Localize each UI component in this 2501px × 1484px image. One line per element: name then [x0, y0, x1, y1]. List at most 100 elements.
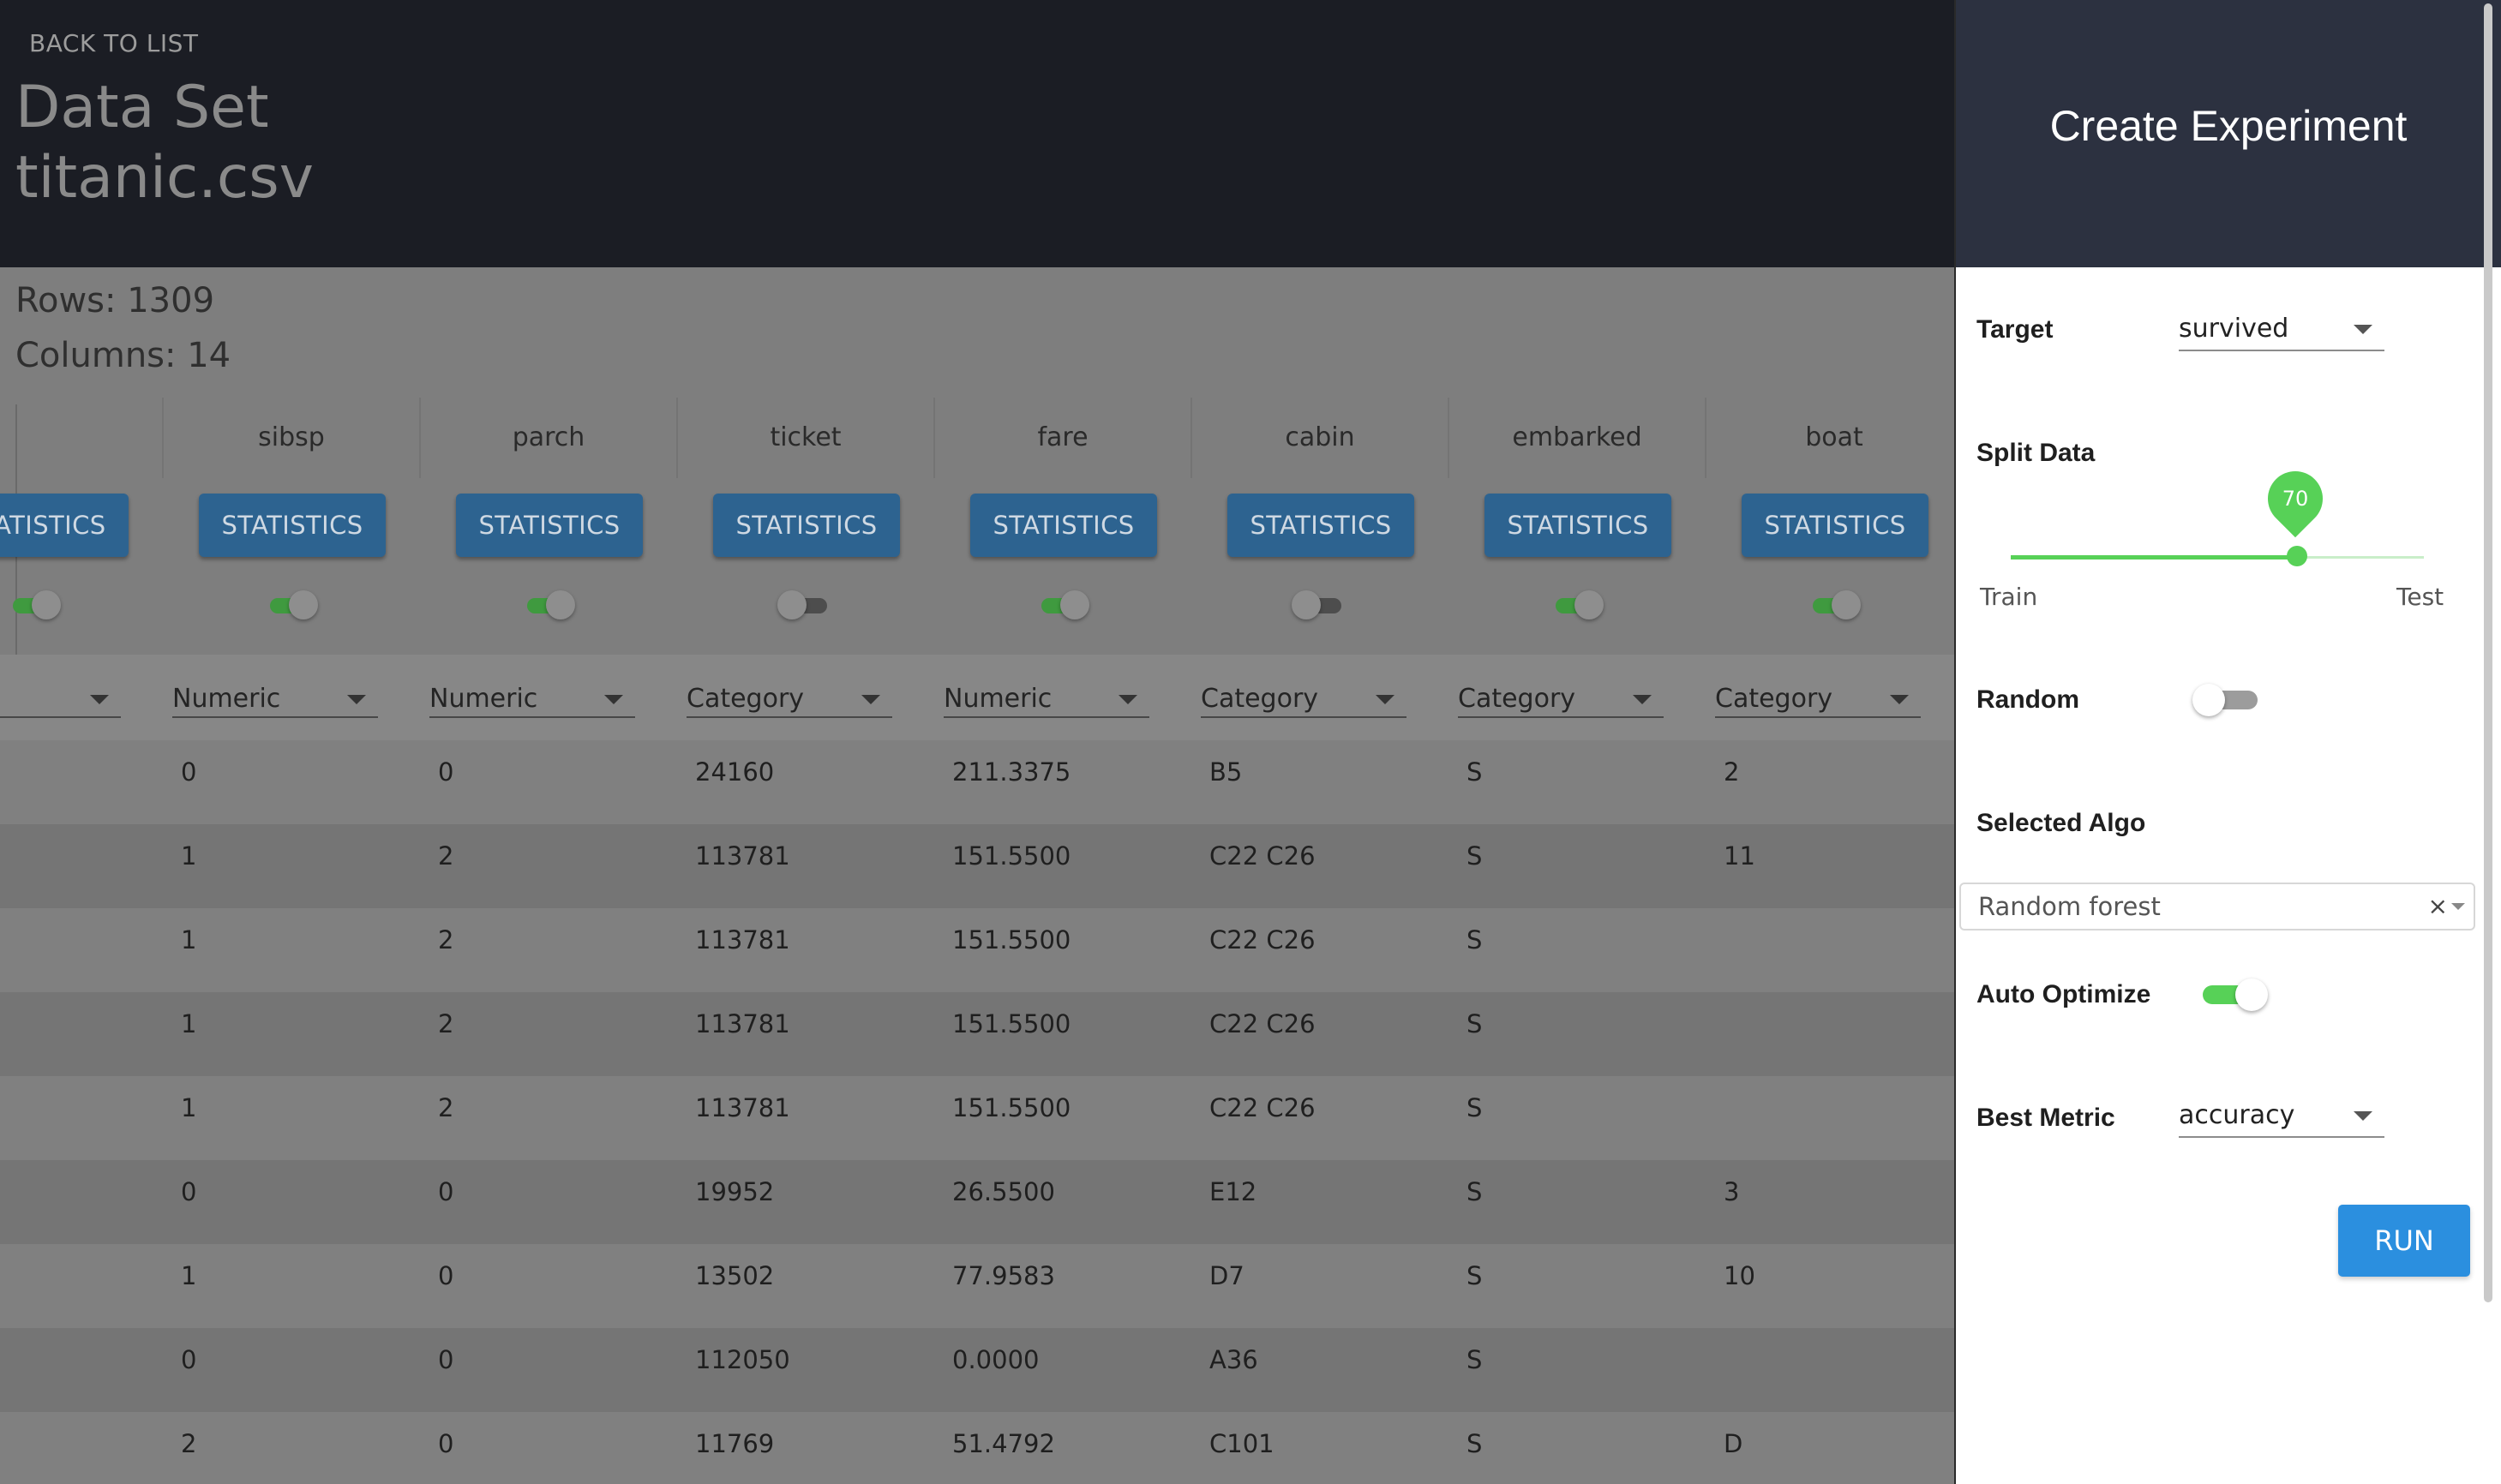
clear-icon[interactable]: ×: [2428, 884, 2448, 929]
table-cell: 1: [181, 1093, 197, 1122]
test-label: Test: [2396, 583, 2444, 611]
table-cell: 2: [438, 841, 454, 871]
chevron-down-icon: [861, 695, 880, 704]
toggle-knob: [777, 590, 807, 619]
column-enable-toggle[interactable]: [267, 590, 318, 619]
column-enable-toggle[interactable]: [1809, 590, 1861, 619]
table-cell: 0: [438, 757, 454, 787]
table-cell: 11: [1724, 841, 1755, 871]
column-type-select[interactable]: Numeric: [944, 680, 1149, 718]
random-toggle[interactable]: [2192, 684, 2261, 716]
table-cell: S: [1466, 1093, 1483, 1122]
table-cell: D7: [1209, 1261, 1245, 1290]
split-slider-thumb[interactable]: [2287, 546, 2307, 566]
table-cell: E12: [1209, 1177, 1257, 1206]
panel-scrollbar[interactable]: [2484, 3, 2492, 1302]
column-type-select[interactable]: Category: [687, 680, 892, 718]
table-cell: 77.9583: [952, 1261, 1055, 1290]
column-parch: parch STATISTICS Numeric 0 2 2 2 2 0 0 0 0: [421, 398, 678, 1484]
table-cell: S: [1466, 841, 1483, 871]
column-header: age: [0, 398, 164, 478]
table-cell: 211.3375: [952, 757, 1071, 787]
best-metric-value: accuracy: [2179, 1100, 2295, 1130]
split-slider-fill: [2011, 555, 2297, 559]
column-type-select[interactable]: Numeric: [172, 680, 378, 718]
back-to-list-link[interactable]: BACK TO LIST: [29, 29, 198, 57]
chevron-down-icon: [347, 695, 366, 704]
toggle-knob: [1832, 590, 1861, 619]
table-cell: 0: [438, 1345, 454, 1374]
dataset-header: BACK TO LIST Data Set titanic.csv: [0, 0, 1954, 267]
column-enable-toggle[interactable]: [1038, 590, 1089, 619]
column-header: parch: [421, 398, 678, 478]
column-type-select[interactable]: Numeric: [429, 680, 635, 718]
table-cell: 112050: [695, 1345, 790, 1374]
table-cell: S: [1466, 1009, 1483, 1038]
column-embarked: embarked STATISTICS Category S S S S S S S S S: [1449, 398, 1706, 1484]
table-cell: 2: [438, 925, 454, 954]
page-title-line-2: titanic.csv: [15, 144, 314, 212]
column-type-select[interactable]: [0, 680, 121, 718]
table-cell: 2: [438, 1009, 454, 1038]
table-cell: 26.5500: [952, 1177, 1055, 1206]
column-enable-toggle[interactable]: [1552, 590, 1604, 619]
column-type-value: Category: [687, 684, 805, 714]
auto-optimize-toggle[interactable]: [2199, 978, 2268, 1011]
auto-optimize-label: Auto Optimize: [1976, 980, 2151, 1008]
table-cell: 0: [181, 1345, 197, 1374]
chevron-down-icon: [1119, 695, 1137, 704]
column-enable-toggle[interactable]: [9, 590, 61, 619]
statistics-button[interactable]: STATISTICS: [970, 494, 1157, 557]
statistics-button[interactable]: STATISTICS: [1227, 494, 1414, 557]
table-cell: S: [1466, 1261, 1483, 1290]
table-cell: 151.5500: [952, 841, 1071, 871]
chevron-down-icon: [2354, 325, 2372, 334]
target-select-value: survived: [2179, 314, 2289, 344]
algo-select-value: Random forest: [1978, 892, 2161, 921]
column-enable-toggle[interactable]: [1292, 590, 1345, 619]
table-cell: 2: [181, 1429, 197, 1458]
column-sibsp: sibsp STATISTICS Numeric 0 1 1 1 1 0 1 0 2: [164, 398, 421, 1484]
statistics-button[interactable]: STATISTICS: [456, 494, 643, 557]
table-cell: C22 C26: [1209, 925, 1316, 954]
toggle-knob: [32, 590, 61, 619]
chevron-down-icon: [2354, 1111, 2372, 1121]
table-cell: C22 C26: [1209, 1009, 1316, 1038]
column-enable-toggle[interactable]: [524, 590, 575, 619]
split-value: 70: [2282, 487, 2309, 511]
table-cell: 1: [181, 925, 197, 954]
chevron-down-icon: [1633, 695, 1652, 704]
table-cell: 1: [181, 1009, 197, 1038]
statistics-button[interactable]: STATISTICS: [0, 494, 129, 557]
create-experiment-panel: Create Experiment Target survived Split …: [1954, 0, 2501, 1484]
statistics-button[interactable]: STATISTICS: [1742, 494, 1928, 557]
table-cell: S: [1466, 925, 1483, 954]
best-metric-label: Best Metric: [1976, 1104, 2115, 1132]
table-cell: 19952: [695, 1177, 775, 1206]
column-type-select[interactable]: Category: [1201, 680, 1406, 718]
table-cell: 1: [181, 1261, 197, 1290]
column-header: sibsp: [164, 398, 421, 478]
best-metric-select[interactable]: accuracy: [2179, 1095, 2384, 1138]
target-select[interactable]: survived: [2179, 308, 2384, 351]
statistics-button[interactable]: STATISTICS: [1484, 494, 1671, 557]
statistics-button[interactable]: STATISTICS: [199, 494, 386, 557]
statistics-button[interactable]: STATISTICS: [713, 494, 900, 557]
toggle-knob: [546, 590, 575, 619]
column-age: age STATISTICS: [0, 398, 164, 1484]
run-button[interactable]: RUN: [2338, 1205, 2470, 1277]
column-type-value: Numeric: [172, 684, 281, 714]
column-cabin: cabin STATISTICS Category B5 C22 C26 C22 C26 C…: [1192, 398, 1449, 1484]
chevron-down-icon: [2451, 903, 2465, 910]
column-enable-toggle[interactable]: [777, 590, 831, 619]
algo-select[interactable]: Random forest ×: [1959, 883, 2475, 930]
table-cell: 151.5500: [952, 1093, 1071, 1122]
table-cell: 0: [438, 1177, 454, 1206]
column-type-select[interactable]: Category: [1458, 680, 1664, 718]
toggle-knob: [1292, 590, 1321, 619]
split-data-label: Split Data: [1976, 439, 2096, 467]
column-type-select[interactable]: Category: [1715, 680, 1921, 718]
column-header: cabin: [1192, 398, 1449, 478]
column-type-value: Category: [1715, 684, 1833, 714]
table-cell: 0: [181, 1177, 197, 1206]
